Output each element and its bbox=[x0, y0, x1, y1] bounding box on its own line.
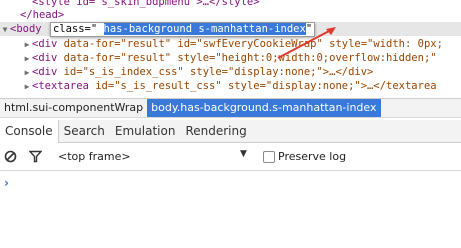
tab-console[interactable]: Console bbox=[0, 120, 59, 143]
tab-rendering[interactable]: Rendering bbox=[180, 120, 251, 142]
breadcrumb-item-html[interactable]: html.sui-componentWrap bbox=[0, 99, 147, 117]
clear-console-icon[interactable] bbox=[4, 150, 17, 163]
preserve-log-label[interactable]: Preserve log bbox=[278, 150, 346, 163]
drawer-tabbar: Console Search Emulation Rendering bbox=[0, 120, 461, 143]
breadcrumb: html.sui-componentWrap body.has-backgroun… bbox=[0, 98, 461, 118]
preserve-log-checkbox[interactable] bbox=[263, 151, 275, 163]
console-toolbar: <top frame> ▼ Preserve log bbox=[0, 144, 461, 171]
tab-emulation[interactable]: Emulation bbox=[110, 120, 181, 142]
frame-select[interactable]: <top frame> bbox=[58, 150, 131, 163]
console-prompt[interactable]: › bbox=[4, 176, 9, 190]
tab-search[interactable]: Search bbox=[59, 120, 110, 142]
breadcrumb-item-body[interactable]: body.has-background.s-manhattan-index bbox=[147, 99, 381, 117]
dropdown-arrow-icon[interactable]: ▼ bbox=[240, 149, 247, 159]
filter-icon[interactable] bbox=[29, 150, 42, 163]
annotation-arrow-icon bbox=[277, 27, 336, 59]
